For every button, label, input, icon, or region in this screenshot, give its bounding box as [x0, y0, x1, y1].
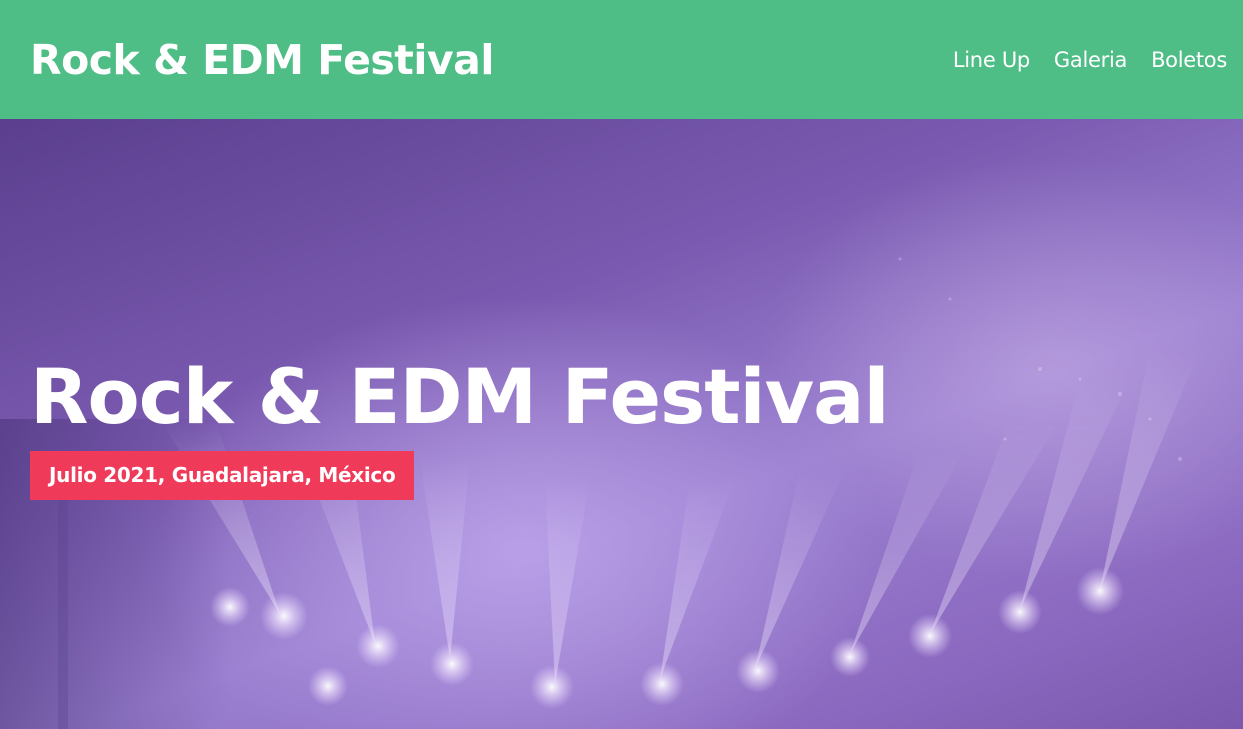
brand-logo-link[interactable]: Rock & EDM Festival — [30, 36, 494, 84]
main-nav: Line Up Galeria Boletos — [953, 48, 1227, 72]
hero-title: Rock & EDM Festival — [30, 352, 889, 441]
nav-link-line-up[interactable]: Line Up — [953, 48, 1030, 72]
event-date-location-badge: Julio 2021, Guadalajara, México — [30, 451, 415, 500]
nav-link-boletos[interactable]: Boletos — [1151, 48, 1227, 72]
hero-section: Rock & EDM Festival Julio 2021, Guadalaj… — [0, 119, 1243, 729]
site-header: Rock & EDM Festival Line Up Galeria Bole… — [0, 0, 1243, 119]
nav-link-galeria[interactable]: Galeria — [1054, 48, 1127, 72]
hero-content: Rock & EDM Festival Julio 2021, Guadalaj… — [30, 359, 889, 500]
